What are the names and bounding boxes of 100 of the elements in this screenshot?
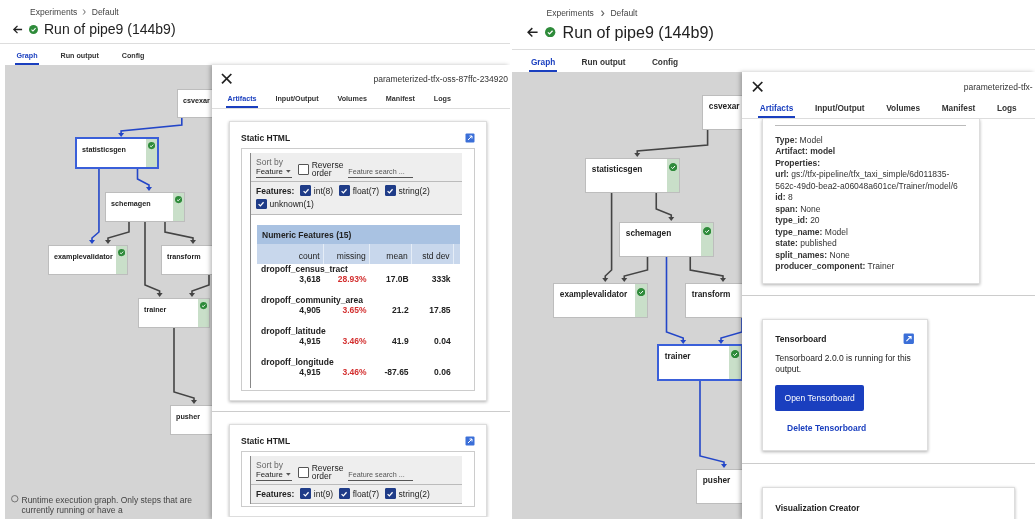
pod-name: parameterized-tfx- [963,81,1033,92]
checkbox-label: string(2) [398,185,430,196]
checkbox-label: int(8) [313,185,334,196]
property-line: state: published [775,238,838,250]
table-cell-text: 28.93% [336,274,368,285]
property-line: id: 8 [775,192,794,204]
property-line: type_id: 20 [775,215,821,227]
breadcrumb-link[interactable]: Experiments [546,8,594,19]
back-arrow-icon[interactable] [12,23,23,35]
breadcrumb-link[interactable]: Experiments [30,7,78,17]
tab[interactable]: Run output [579,57,628,72]
filter-label: Features: [256,488,295,499]
sort-label: Sort by [256,460,284,471]
open-external-icon[interactable] [465,436,475,447]
feature-name: dropoff_community_area [261,295,365,306]
check-icon [636,288,645,297]
delete-tensorboard-button[interactable]: Delete Tensorboard [775,410,879,441]
feature-name: dropoff_latitude [261,326,327,337]
checkbox[interactable] [256,198,267,210]
connector-arrow [105,221,130,244]
close-button[interactable] [751,79,765,94]
property-line: Artifact: model [775,146,837,158]
tab[interactable]: Input/Output [813,103,867,118]
back-arrow-icon[interactable] [525,25,539,39]
column-header: missing [324,243,370,265]
card-title: Static HTML [241,133,291,144]
card-title: Tensorboard [775,333,827,344]
close-icon [220,71,234,86]
pipeline-node[interactable]: transform [685,282,742,318]
connector-arrow [655,192,675,221]
table-cell-text: 0.06 [433,367,452,378]
connector-arrow [118,117,183,137]
table-cell-text: 4,915 [298,367,322,378]
checkbox-label: Reverse order [311,463,343,481]
breadcrumb-link[interactable]: Default [91,7,119,17]
checkbox[interactable] [300,488,311,499]
card-title: Static HTML [241,436,291,447]
chevron-icon [599,9,605,17]
column-header: mean [370,243,412,265]
tab[interactable]: Artifacts [758,103,795,118]
table-title: Numeric Features (15) [262,229,352,240]
open-tensorboard-button[interactable]: Open Tensorboard [775,385,865,411]
check-icon [730,350,739,359]
open-external-icon[interactable] [903,332,915,345]
table-cell-text: 333k [430,274,452,285]
pipeline-node[interactable]: csvexar [702,94,742,130]
caret-icon [286,472,291,477]
pipeline-node[interactable]: examplevalidator [553,282,648,318]
tab[interactable]: Volumes [884,103,922,118]
check-icon [175,196,183,204]
table-cell-text: 3.46% [341,336,368,347]
breadcrumb-link[interactable]: Default [610,8,638,19]
checkbox[interactable] [300,185,311,196]
filter-label: Features: [256,185,295,196]
table-cell-text: 4,905 [298,305,322,316]
feature-name: dropoff_census_tract [261,264,349,275]
chevron-icon [82,9,87,15]
tab[interactable]: Config [650,57,680,72]
connector-arrow [621,256,649,282]
pipeline-node[interactable]: statisticsgen [585,157,680,193]
open-external-icon[interactable] [465,133,475,144]
check-icon [148,142,156,150]
info-icon [11,495,19,503]
pipeline-node[interactable]: trainer [658,344,742,380]
checkbox-label: int(9) [313,488,334,499]
checkbox-label: string(2) [398,488,430,499]
property-line: type_name: Model [775,226,849,239]
check-icon [118,249,126,257]
table-cell-text: 3,618 [298,274,322,285]
checkbox[interactable] [385,488,396,499]
checkbox-label: float(7) [352,488,380,499]
sort-label: Sort by [256,157,284,168]
connector-arrow [189,274,210,297]
status-message: Tensorboard 2.0.0 is running for this output. [775,352,912,376]
table-cell-text: -87.65 [383,367,410,378]
close-icon [751,79,765,94]
close-button[interactable] [220,71,234,86]
page-title: Run of pipe9 (144b9) [562,22,714,42]
footnote-text: Runtime execution graph. Only steps that are currently running or have a [21,495,194,515]
checkbox[interactable] [339,488,350,499]
checkbox-label: Reverse order [311,160,343,178]
tab[interactable]: Logs [995,103,1019,118]
check-icon [200,302,208,310]
pipeline-node[interactable]: schemagen [619,221,714,257]
table-cell-text: 4,915 [298,336,322,347]
card-title: Visualization Creator [775,502,860,513]
checkbox[interactable] [339,185,350,196]
checkbox[interactable] [385,185,396,196]
caret-icon [286,170,291,174]
table-cell-text: 41.9 [391,336,410,347]
check-icon [702,227,711,236]
connector-arrow [136,167,152,191]
pipeline-node[interactable]: pusher [696,468,742,504]
checkbox[interactable] [298,164,309,175]
tab[interactable]: Manifest [940,103,977,118]
table-cell-text: 17.0B [384,274,410,285]
table-cell-text: 3.46% [341,367,368,378]
column-header: std dev [412,243,454,265]
connector-arrow [718,317,742,344]
checkbox[interactable] [298,467,309,478]
